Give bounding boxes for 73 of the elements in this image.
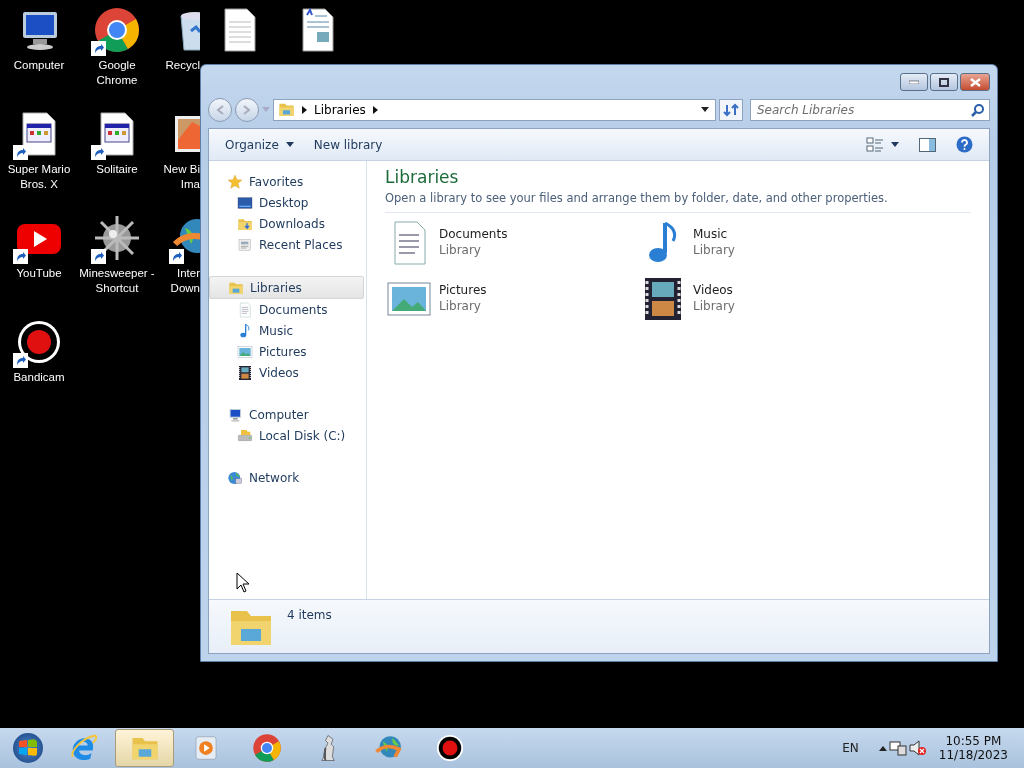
breadcrumb[interactable]: Libraries [314,102,366,117]
language-indicator[interactable]: EN [842,741,859,755]
nav-item[interactable]: Local Disk (C:) [209,425,366,446]
nav-item[interactable]: Pictures [209,341,366,362]
forward-icon [241,103,253,116]
desktop-icon-label[interactable]: Computer [1,58,77,73]
close-icon [969,77,981,87]
nav-item[interactable]: Recent Places [209,234,366,255]
desktop-icon-label[interactable]: New Bi Ima [156,162,200,192]
nav-item[interactable]: Videos [209,362,366,383]
mouse-pointer-icon [236,572,250,593]
search-field[interactable]: Search Libraries [750,98,990,121]
desktop-icon-label[interactable]: Minesweeper - Shortcut [79,266,155,296]
close-button[interactable] [960,73,990,91]
desktop-icon-label[interactable]: Recycl [156,58,200,73]
dropdown-caret-icon[interactable] [701,107,709,112]
star-icon [227,173,243,190]
refresh-button[interactable] [719,98,743,121]
item-count: 4 items [287,607,332,622]
document-icon [237,301,253,318]
library-folder-icon [278,101,295,118]
page-heading: Libraries [385,167,460,187]
address-bar[interactable]: Libraries [273,98,716,121]
clock[interactable]: 10:55 PM 11/18/2023 [938,734,1008,762]
preview-pane-icon [919,137,936,152]
search-icon [971,103,984,117]
browser-logo-icon [251,733,282,763]
nav-item[interactable]: Favorites [209,171,366,192]
minimize-button[interactable] [900,73,928,91]
caret-icon [891,142,899,147]
breadcrumb-arrow-icon[interactable] [372,105,378,114]
nav-item[interactable]: Desktop [209,192,366,213]
restore-icon [939,77,949,87]
desktop-icon-label[interactable]: Inter Down [156,266,200,296]
windows-logo-icon [13,733,43,763]
nav-item[interactable]: Downloads [209,213,366,234]
network-status-icon[interactable] [888,740,907,756]
library-item[interactable]: Videos Library [639,275,893,323]
help-icon [956,136,973,153]
network-icon [227,469,243,486]
browser-e-icon [68,733,99,763]
recent-places-icon [237,236,253,253]
toolbar-button[interactable]: New library [305,133,391,156]
record-icon [434,733,465,763]
library-item[interactable]: Documents Library [385,219,639,267]
library-item[interactable]: Pictures Library [385,275,639,323]
desktop-icon-label[interactable]: Super Mario Bros. X [1,162,77,192]
nav-item[interactable]: Computer [209,404,366,425]
desktop-icon-label[interactable]: Bandicam [1,370,77,385]
toolbar-button[interactable]: Organize [217,133,302,156]
nav-item[interactable]: Music [209,320,366,341]
picture-icon [237,343,253,360]
nav-item[interactable]: Libraries [209,276,364,299]
view-list-icon [866,136,884,153]
volume-muted-icon[interactable] [908,740,927,756]
desktop-icon [237,194,253,211]
library-item[interactable]: Music Library [639,219,893,267]
disk-icon [237,427,253,444]
refresh-icon [723,102,739,117]
page-description: Open a library to see your files and arrange them by folder, date, and other properties. [385,191,971,213]
minimize-icon [909,80,919,84]
film-icon [237,364,253,381]
breadcrumb-arrow-icon[interactable] [302,105,307,114]
desktop-icon-label[interactable]: Solitaire [79,162,155,177]
caret-icon [285,142,294,147]
nav-item[interactable]: Documents [209,299,366,320]
nav-item[interactable]: Network [209,467,366,488]
show-hidden-icons-icon[interactable] [878,745,887,751]
desktop-icon-label[interactable]: Google Chrome [79,58,155,88]
computer-icon [227,406,243,423]
desktop-icon-label[interactable]: YouTube [1,266,77,281]
back-icon [214,103,226,116]
restore-button[interactable] [930,73,958,91]
